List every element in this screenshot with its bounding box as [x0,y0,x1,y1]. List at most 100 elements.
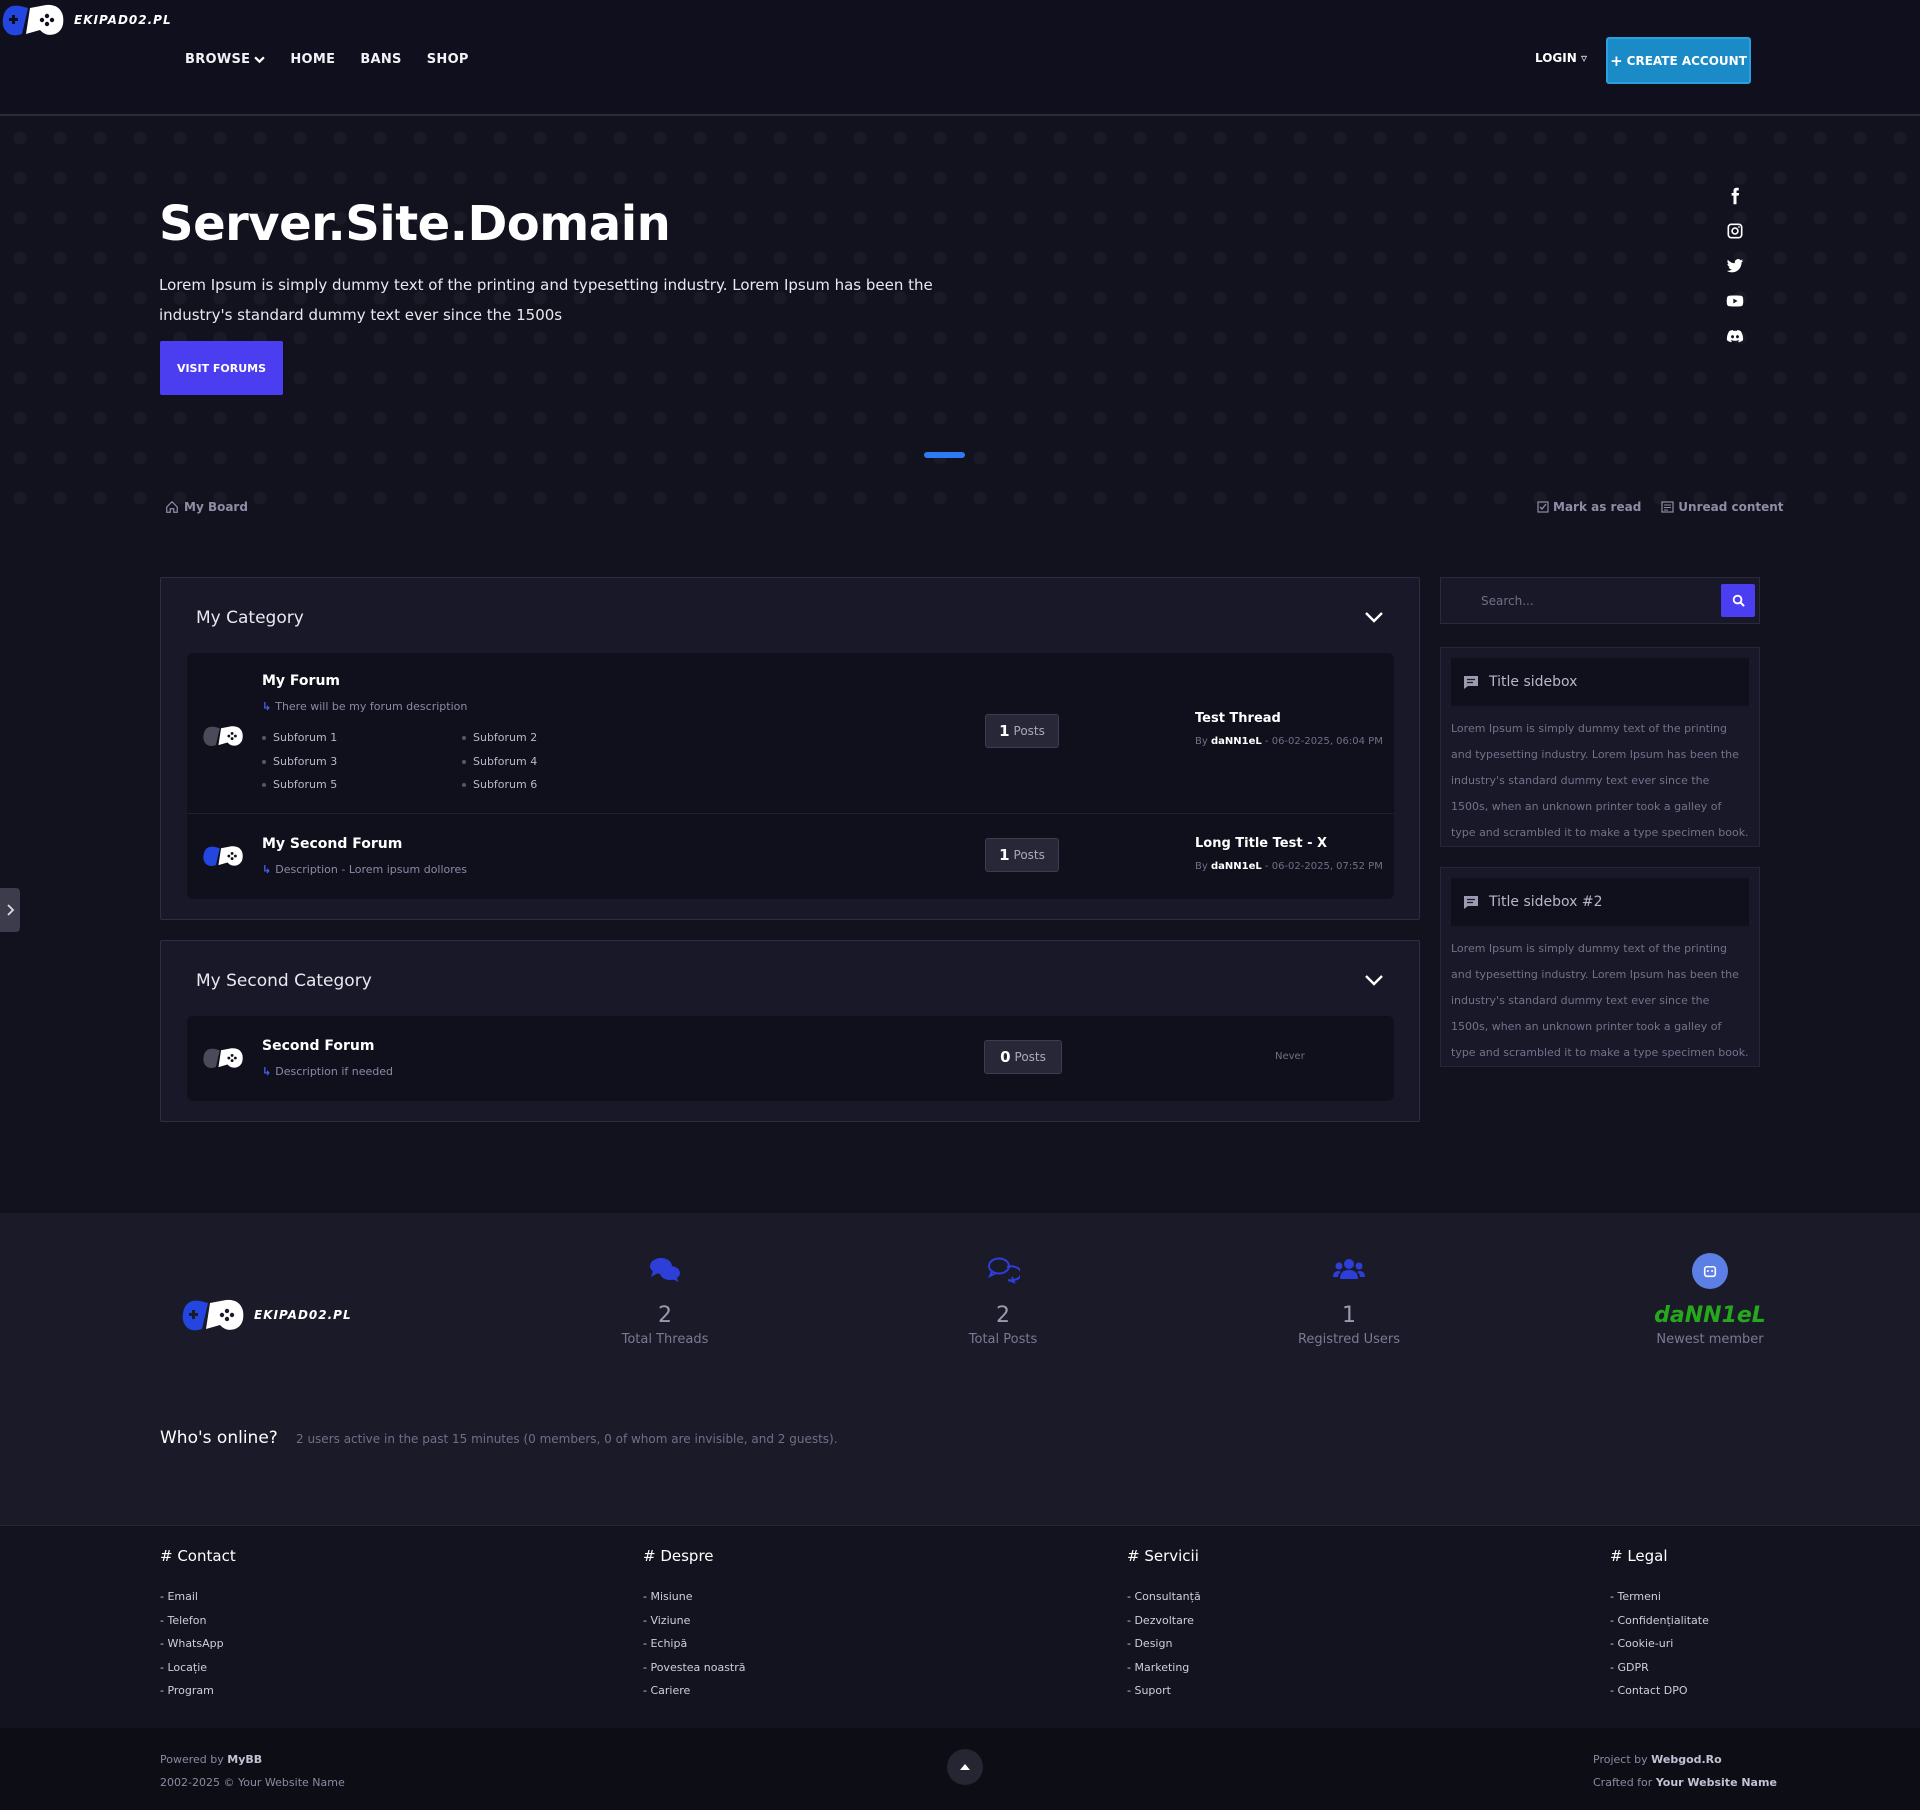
footer-column-servicii: # Servicii - Consultanță - Dezvoltare - … [1127,1547,1201,1703]
forum-row-second-forum[interactable]: Second Forum ↳ Description if needed 0 Po… [187,1016,1394,1101]
mybb-link[interactable]: MyBB [227,1753,262,1766]
footer-link[interactable]: - Cookie-uri [1610,1632,1709,1656]
footer-link[interactable]: - Contact DPO [1610,1679,1709,1703]
avatar-icon [1692,1253,1728,1289]
hero-title: Server.Site.Domain [159,196,671,252]
subforum-link[interactable]: Subforum 4 [462,755,537,768]
nav-shop[interactable]: SHOP [427,52,469,67]
bullet-icon [462,735,466,740]
whos-online-text: 2 users active in the past 15 minutes (0… [296,1432,838,1446]
reply-arrow-icon: ↳ [262,1065,272,1078]
search-input[interactable] [1481,593,1711,608]
stat-registered-users: 1 Registred Users [1279,1255,1419,1347]
last-post-user[interactable]: daNN1eL [1211,861,1262,872]
visit-forums-button[interactable]: VISIT FORUMS [160,341,283,395]
login-menu[interactable]: LOGIN ▿ [1535,51,1587,65]
newest-member-name[interactable]: daNN1eL [1640,1303,1780,1328]
subforum-link[interactable]: Subforum 6 [462,778,537,791]
facebook-icon[interactable] [1726,187,1744,205]
nav-browse[interactable]: BROWSE [185,52,266,67]
header-logo[interactable]: EKIPAD02.PL [0,0,172,40]
footer-link[interactable]: - Confidențialitate [1610,1609,1709,1633]
category-title: My Category [196,608,304,628]
search-button[interactable] [1721,584,1755,617]
footer-link[interactable]: - Cariere [643,1679,746,1703]
forum-row-my-forum[interactable]: My Forum ↳ There will be my forum descri… [187,653,1394,813]
footer-logo[interactable]: EKIPAD02.PL [180,1295,352,1335]
footer-link[interactable]: - WhatsApp [160,1632,236,1656]
slider-indicator[interactable] [924,452,965,458]
plus-icon: + [1610,51,1623,70]
footer-link[interactable]: - GDPR [1610,1656,1709,1680]
gamepad-logo-icon [182,1299,244,1331]
social-links [1726,187,1744,345]
back-to-top-button[interactable] [947,1749,983,1785]
create-account-button[interactable]: + CREATE ACCOUNT [1606,37,1751,84]
stat-total-threads: 2 Total Threads [605,1255,725,1347]
footer-link[interactable]: - Design [1127,1632,1201,1656]
comment-icon [1464,675,1478,689]
forum-list: Second Forum ↳ Description if needed 0 Po… [187,1016,1394,1101]
forum-title[interactable]: My Forum [262,673,340,689]
instagram-icon[interactable] [1726,222,1744,240]
chevron-down-icon [1365,612,1383,623]
footer-link[interactable]: - Termeni [1610,1585,1709,1609]
comment-icon [1464,895,1478,909]
footer-link[interactable]: - Telefon [160,1609,236,1633]
footer-link[interactable]: - Povestea noastră [643,1656,746,1680]
reply-arrow-icon: ↳ [262,700,272,713]
discord-icon[interactable] [1726,327,1744,345]
hero-text: Lorem Ipsum is simply dummy text of the … [159,276,933,324]
bullet-icon [262,759,266,764]
stat-total-posts: 2 Total Posts [943,1255,1063,1347]
last-post-user[interactable]: daNN1eL [1211,736,1262,747]
mark-read-link[interactable]: Mark as read [1537,500,1641,514]
sidebox: Title sidebox Lorem Ipsum is simply dumm… [1440,647,1760,847]
forum-description: ↳ Description - Lorem ipsum dollores [262,863,468,876]
chevron-down-icon: ▿ [1580,51,1587,65]
forum-description: ↳ There will be my forum description [262,700,468,713]
footer-link[interactable]: - Viziune [643,1609,746,1633]
footer-link[interactable]: - Misiune [643,1585,746,1609]
subforum-link[interactable]: Subforum 5 [262,778,337,791]
footer-link[interactable]: - Locație [160,1656,236,1680]
category-title: My Second Category [196,971,372,991]
copyright-right: Project by Webgod.Ro Crafted for Your We… [1593,1753,1777,1789]
bullet-icon [462,782,466,787]
footer-link[interactable]: - Dezvoltare [1127,1609,1201,1633]
last-post-never: Never [1275,1051,1305,1062]
nav-home[interactable]: HOME [290,52,335,67]
forum-title[interactable]: Second Forum [262,1038,374,1054]
category-my-second-category: My Second Category Second Forum ↳ Descri… [160,940,1420,1122]
footer-link[interactable]: - Consultanță [1127,1585,1201,1609]
posts-count-badge: 1 Posts [985,838,1059,872]
twitter-icon[interactable] [1726,257,1744,275]
forum-list: My Forum ↳ There will be my forum descri… [187,653,1394,899]
search-icon [1732,594,1745,607]
users-icon [1333,1259,1365,1279]
subforum-link[interactable]: Subforum 1 [262,731,337,744]
collapse-toggle[interactable] [1363,969,1385,995]
board-actions: Mark as read Unread content [1537,500,1784,514]
posts-count-badge: 0 Posts [984,1040,1062,1074]
subforum-link[interactable]: Subforum 3 [262,755,337,768]
youtube-icon[interactable] [1726,292,1744,310]
webgod-link[interactable]: Webgod.Ro [1651,1753,1722,1766]
nav-bans[interactable]: BANS [360,52,401,67]
bullet-icon [262,782,266,787]
breadcrumb[interactable]: My Board [165,500,248,514]
forum-row-my-second-forum[interactable]: My Second Forum ↳ Description - Lorem ip… [187,814,1394,899]
collapse-toggle[interactable] [1363,606,1385,632]
last-post-title[interactable]: Test Thread [1195,711,1281,726]
last-post-title[interactable]: Long Title Test - X [1195,836,1327,851]
subforum-link[interactable]: Subforum 2 [462,731,537,744]
sidebox-header: Title sidebox #2 [1451,878,1749,926]
footer-link[interactable]: - Program [160,1679,236,1703]
side-panel-toggle[interactable] [0,888,20,932]
unread-content-link[interactable]: Unread content [1661,500,1784,514]
forum-title[interactable]: My Second Forum [262,836,402,852]
footer-link[interactable]: - Suport [1127,1679,1201,1703]
footer-link[interactable]: - Email [160,1585,236,1609]
footer-link[interactable]: - Echipă [643,1632,746,1656]
footer-link[interactable]: - Marketing [1127,1656,1201,1680]
